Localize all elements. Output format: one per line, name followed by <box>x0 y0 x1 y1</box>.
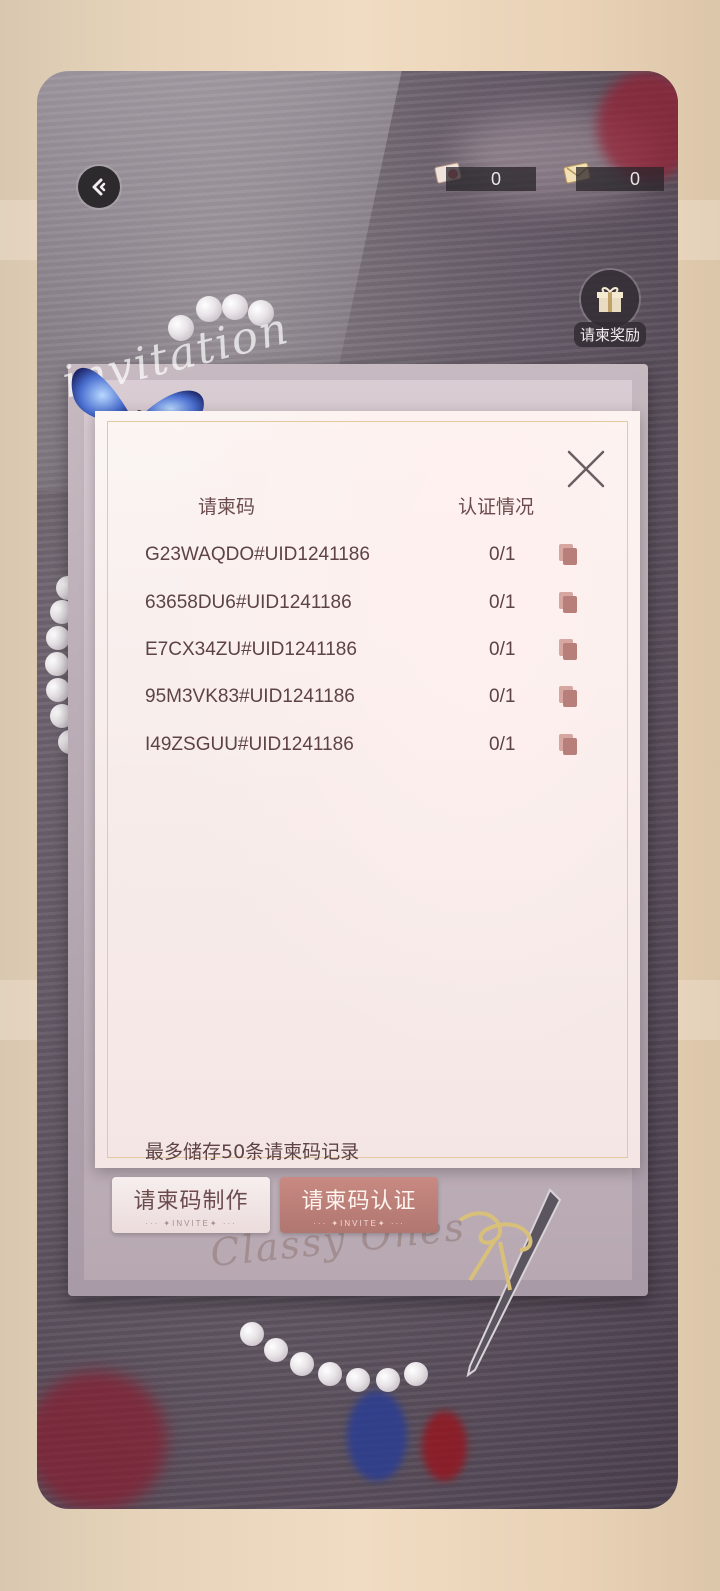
close-x-icon <box>567 450 605 488</box>
gift-box-icon <box>597 287 623 312</box>
copy-icon[interactable] <box>557 590 581 616</box>
blue-gem <box>347 1391 407 1481</box>
currency-value: 0 <box>490 168 501 189</box>
storage-limit-note: 最多储存50条请柬码记录 <box>145 1141 360 1163</box>
copy-icon[interactable] <box>557 542 581 568</box>
code-row: 63658DU6#UID1241186 0/1 <box>145 592 595 624</box>
reward-label: 请柬奖励 <box>573 322 646 347</box>
code-row: I49ZSGUU#UID1241186 0/1 <box>145 734 595 766</box>
back-arrow-icon <box>92 178 106 196</box>
button-label: 请柬码制作 <box>133 1188 249 1214</box>
verify-count: 0/1 <box>489 592 516 613</box>
column-header-code: 请柬码 <box>198 496 256 518</box>
invite-code: 95M3VK83#UID1241186 <box>145 686 355 707</box>
invite-reward-button[interactable]: 请柬奖励 <box>572 270 648 352</box>
invite-code: 63658DU6#UID1241186 <box>145 592 352 613</box>
copy-icon[interactable] <box>557 684 581 710</box>
back-button[interactable] <box>78 166 120 208</box>
verify-count: 0/1 <box>489 734 516 755</box>
currency-value: 0 <box>629 168 640 189</box>
code-row: E7CX34ZU#UID1241186 0/1 <box>145 639 595 671</box>
verify-count: 0/1 <box>489 639 516 660</box>
invite-code: I49ZSGUU#UID1241186 <box>145 734 354 755</box>
code-row: 95M3VK83#UID1241186 0/1 <box>145 686 595 718</box>
currency-count-letter: 0 <box>446 167 536 191</box>
rose-bottom-left <box>37 1371 167 1509</box>
invite-code: G23WAQDO#UID1241186 <box>145 544 370 565</box>
reward-circle <box>581 270 639 328</box>
button-sublabel: ··· ✦INVITE✦ ··· <box>145 1218 237 1228</box>
invite-code: E7CX34ZU#UID1241186 <box>145 639 357 660</box>
invite-code-dialog <box>95 411 640 1168</box>
close-button[interactable] <box>565 448 607 490</box>
create-invite-code-button[interactable]: 请柬码制作 ··· ✦INVITE✦ ··· <box>112 1177 270 1233</box>
verify-count: 0/1 <box>489 544 516 565</box>
copy-icon[interactable] <box>557 637 581 663</box>
column-header-status: 认证情况 <box>458 496 535 518</box>
button-label: 请柬码认证 <box>301 1188 417 1214</box>
verify-count: 0/1 <box>489 686 516 707</box>
dialog-frame <box>107 421 628 1158</box>
currency-count-gold: 0 <box>576 167 664 191</box>
verify-invite-code-button[interactable]: 请柬码认证 ··· ✦INVITE✦ ··· <box>280 1177 438 1233</box>
fountain-pen-decor <box>458 1188 562 1378</box>
button-sublabel: ··· ✦INVITE✦ ··· <box>313 1218 405 1228</box>
copy-icon[interactable] <box>557 732 581 758</box>
red-gem <box>422 1411 467 1481</box>
code-row: G23WAQDO#UID1241186 0/1 <box>145 544 595 576</box>
